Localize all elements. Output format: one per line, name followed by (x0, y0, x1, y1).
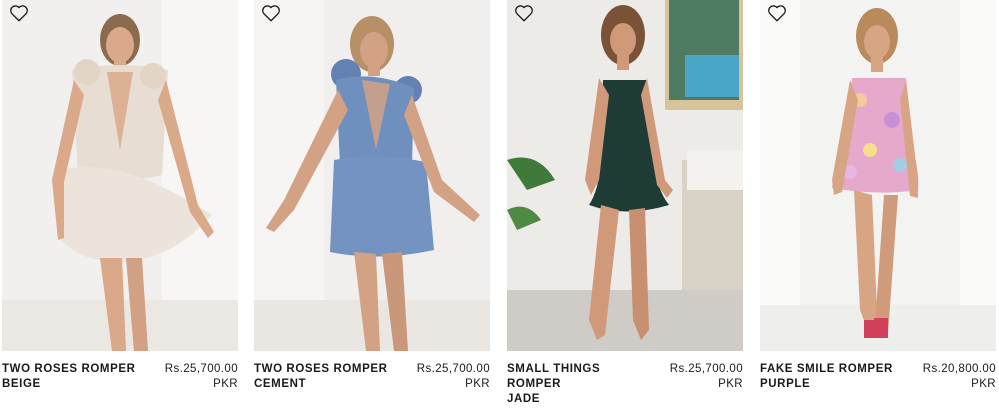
product-name-line[interactable]: FAKE SMILE ROMPER (760, 362, 910, 377)
product-photo (760, 0, 996, 351)
product-color[interactable]: CEMENT (254, 377, 404, 392)
product-color[interactable]: BEIGE (2, 377, 152, 392)
product-info: TWO ROSES ROMPER CEMENT Rs.25,700.00 PKR (254, 351, 490, 410)
product-price: Rs.25,700.00 PKR (670, 362, 743, 392)
price-currency: PKR (718, 378, 743, 390)
heart-outline-icon (10, 5, 28, 22)
product-image[interactable] (507, 0, 743, 351)
wishlist-button[interactable] (8, 3, 30, 23)
price-amount: Rs.20,800.00 (922, 363, 996, 375)
product-name[interactable]: SMALL THINGS ROMPER JADE (507, 362, 657, 407)
wishlist-button[interactable] (766, 3, 788, 23)
heart-outline-icon (262, 5, 280, 22)
heart-outline-icon (515, 5, 533, 22)
product-image[interactable] (760, 0, 996, 351)
product-image[interactable] (254, 0, 490, 351)
product-name[interactable]: TWO ROSES ROMPER BEIGE (2, 362, 152, 392)
product-card[interactable]: TWO ROSES ROMPER CEMENT Rs.25,700.00 PKR (254, 0, 490, 410)
product-name-line[interactable]: TWO ROSES ROMPER (254, 362, 404, 377)
price-currency: PKR (465, 378, 490, 390)
product-name[interactable]: TWO ROSES ROMPER CEMENT (254, 362, 404, 392)
product-photo (254, 0, 490, 351)
product-price: Rs.25,700.00 PKR (417, 362, 490, 392)
price-amount: Rs.25,700.00 (164, 363, 238, 375)
product-price: Rs.20,800.00 PKR (923, 362, 996, 392)
product-grid: TWO ROSES ROMPER BEIGE Rs.25,700.00 PKR (0, 0, 999, 410)
product-photo (2, 0, 238, 351)
product-card[interactable]: TWO ROSES ROMPER BEIGE Rs.25,700.00 PKR (2, 0, 238, 410)
price-amount: Rs.25,700.00 (416, 363, 490, 375)
product-name-line[interactable]: SMALL THINGS ROMPER (507, 362, 657, 392)
product-photo (507, 0, 743, 351)
product-info: TWO ROSES ROMPER BEIGE Rs.25,700.00 PKR (2, 351, 238, 410)
product-color[interactable]: JADE (507, 392, 657, 407)
product-color[interactable]: PURPLE (760, 377, 910, 392)
wishlist-button[interactable] (513, 3, 535, 23)
product-image[interactable] (2, 0, 238, 351)
price-amount: Rs.25,700.00 (669, 363, 743, 375)
product-name[interactable]: FAKE SMILE ROMPER PURPLE (760, 362, 910, 392)
product-card[interactable]: FAKE SMILE ROMPER PURPLE Rs.20,800.00 PK… (760, 0, 996, 410)
heart-outline-icon (768, 5, 786, 22)
price-currency: PKR (971, 378, 996, 390)
product-name-line[interactable]: TWO ROSES ROMPER (2, 362, 152, 377)
product-price: Rs.25,700.00 PKR (165, 362, 238, 392)
product-card[interactable]: SMALL THINGS ROMPER JADE Rs.25,700.00 PK… (507, 0, 743, 410)
product-info: FAKE SMILE ROMPER PURPLE Rs.20,800.00 PK… (760, 351, 996, 410)
product-info: SMALL THINGS ROMPER JADE Rs.25,700.00 PK… (507, 351, 743, 410)
wishlist-button[interactable] (260, 3, 282, 23)
price-currency: PKR (213, 378, 238, 390)
